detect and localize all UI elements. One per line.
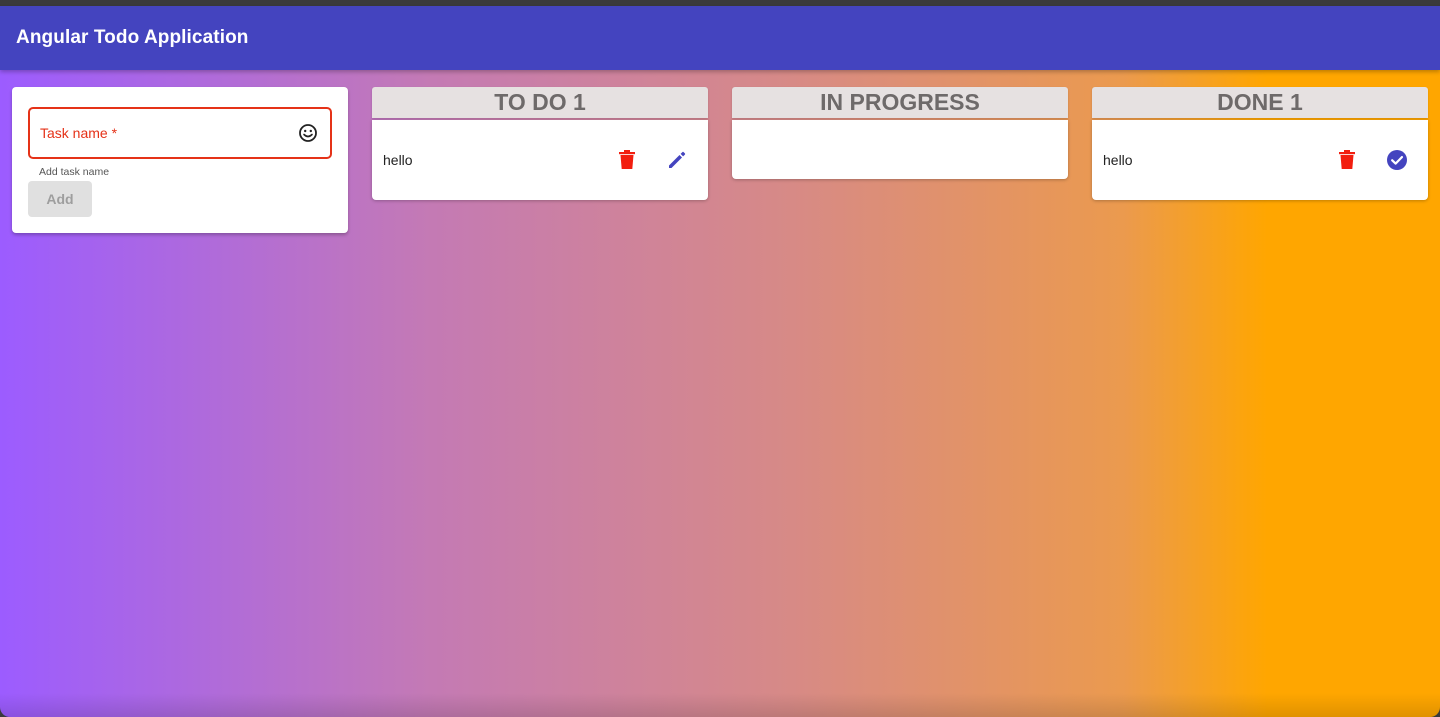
delete-icon[interactable]: [615, 148, 639, 172]
add-task-card: Task name * Add task name Add: [12, 87, 348, 233]
column-header-todo: TO DO 1: [372, 87, 708, 118]
column-list-in-progress[interactable]: [732, 120, 1068, 179]
task-card[interactable]: hello: [372, 120, 708, 200]
delete-icon[interactable]: [1335, 148, 1359, 172]
task-name-input[interactable]: [40, 123, 290, 143]
column-header-in-progress: IN PROGRESS: [732, 87, 1068, 118]
board-background: Task name * Add task name Add TO DO 1 he…: [0, 70, 1440, 717]
column-header-done: DONE 1: [1092, 87, 1428, 118]
task-text: hello: [1103, 152, 1133, 168]
task-card[interactable]: hello: [1092, 120, 1428, 200]
app-title: Angular Todo Application: [16, 27, 249, 48]
column-list-todo: hello: [372, 120, 708, 200]
column-todo: TO DO 1 hello: [372, 87, 708, 200]
add-task-button[interactable]: Add: [28, 181, 92, 217]
column-in-progress: IN PROGRESS: [732, 87, 1068, 179]
bottom-shadow: [0, 693, 1440, 717]
edit-icon[interactable]: [665, 148, 689, 172]
check-circle-icon[interactable]: [1385, 148, 1409, 172]
task-name-field[interactable]: Task name *: [28, 107, 332, 159]
browser-window: Angular Todo Application Task name * Add…: [0, 0, 1440, 717]
task-text: hello: [383, 152, 413, 168]
task-name-hint: Add task name: [39, 166, 110, 178]
column-done: DONE 1 hello: [1092, 87, 1428, 200]
emoji-smile-icon: [298, 123, 318, 143]
app-toolbar: Angular Todo Application: [0, 6, 1440, 70]
column-list-done: hello: [1092, 120, 1428, 200]
